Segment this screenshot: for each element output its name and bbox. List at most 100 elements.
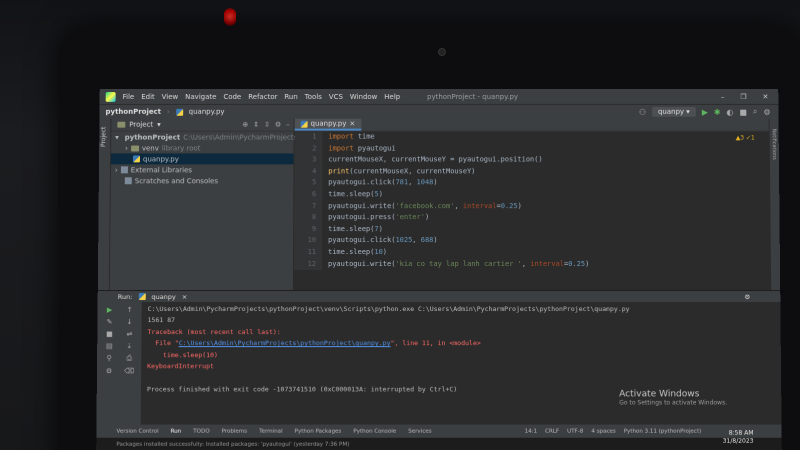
- menu-code[interactable]: Code: [223, 93, 241, 101]
- rerun-icon[interactable]: ▶: [102, 306, 118, 314]
- code-text[interactable]: import time import pyautogui currentMouseX…: [322, 132, 589, 270]
- expand-all-icon[interactable]: ⇳: [264, 121, 270, 129]
- file-encoding[interactable]: UTF-8: [567, 428, 583, 434]
- tool-tab-version-control[interactable]: Version Control: [116, 428, 158, 434]
- code-line[interactable]: time.sleep(5): [328, 189, 589, 201]
- tool-tab-run[interactable]: Run: [171, 428, 182, 434]
- soft-wrap-icon[interactable]: ⇌: [121, 330, 137, 338]
- code-token: ): [424, 213, 430, 222]
- tool-tab-todo[interactable]: TODO: [193, 428, 209, 434]
- menu-tools[interactable]: Tools: [305, 93, 322, 101]
- caret-position[interactable]: 14:1: [525, 428, 537, 434]
- locate-icon[interactable]: ⊕: [242, 121, 248, 129]
- trash-icon[interactable]: ⌫: [121, 367, 137, 375]
- watermark-subtitle: Go to Settings to activate Windows.: [619, 399, 728, 407]
- tool-tab-python-packages[interactable]: Python Packages: [295, 428, 342, 434]
- menu-file[interactable]: File: [123, 93, 135, 101]
- code-line[interactable]: pyautogui.press('enter'): [328, 212, 589, 224]
- editor-tab-quanpy[interactable]: quanpy.py ×: [294, 118, 362, 131]
- menu-run[interactable]: Run: [284, 93, 297, 101]
- down-icon[interactable]: ↓: [121, 318, 137, 326]
- status-message[interactable]: Packages installed successfully: Install…: [116, 441, 349, 447]
- tree-item-quanpy[interactable]: quanpy.py: [111, 153, 294, 165]
- editor-tab-bar: quanpy.py ×: [294, 118, 769, 132]
- up-icon[interactable]: ↑: [122, 306, 138, 314]
- wrench-icon[interactable]: ✎: [101, 318, 117, 326]
- menu-vcs[interactable]: VCS: [329, 93, 343, 101]
- tool-tab-terminal[interactable]: Terminal: [259, 428, 282, 434]
- chevron-right-icon[interactable]: ›: [125, 144, 128, 152]
- scroll-end-icon[interactable]: ⇣: [121, 342, 137, 350]
- gear-icon[interactable]: ⚙: [275, 121, 281, 129]
- tool-tab-python-console[interactable]: Python Console: [353, 428, 396, 434]
- maximize-icon[interactable]: ❐: [740, 93, 746, 101]
- menu-navigate[interactable]: Navigate: [185, 93, 216, 101]
- tree-item-project-root[interactable]: ▾ pythonProject C:\Users\Admin\PycharmPr…: [111, 132, 304, 143]
- code-line[interactable]: import pyautogui: [328, 143, 588, 155]
- run-icon[interactable]: ▶: [702, 107, 708, 116]
- code-token: ): [517, 201, 522, 210]
- tree-item-venv[interactable]: › venv library root: [111, 143, 293, 154]
- window-title: pythonProject - quanpy.py: [427, 92, 519, 101]
- interpreter-selector[interactable]: Python 3.11 (pythonProject): [624, 428, 702, 434]
- pin-icon[interactable]: ⚲: [101, 354, 117, 363]
- user-icon[interactable]: ⚇: [639, 107, 646, 116]
- close-tab-icon[interactable]: ×: [349, 120, 355, 128]
- tree-item-scratches[interactable]: Scratches and Consoles: [111, 175, 294, 186]
- console-file-link[interactable]: C:\Users\Admin\PycharmProjects\pythonPro…: [179, 339, 391, 347]
- code-line[interactable]: print(currentMouseX, currentMouseY): [328, 166, 589, 178]
- menu-refactor[interactable]: Refactor: [248, 93, 277, 101]
- right-tool-strip: Notifications: [768, 118, 781, 291]
- code-line[interactable]: pyautogui.write('facebook.com', interval…: [328, 201, 589, 213]
- code-line[interactable]: import time: [328, 132, 588, 143]
- breadcrumb-project[interactable]: pythonProject: [105, 108, 161, 116]
- code-area[interactable]: 1 2 3 4 5 6 7 8 9 10 11 12 import time import pyauto…: [293, 131, 770, 271]
- run-config-select[interactable]: quanpy ▾: [651, 106, 696, 117]
- code-line[interactable]: time.sleep(7): [328, 224, 589, 236]
- project-panel-title[interactable]: Project: [129, 121, 153, 129]
- breadcrumb-file[interactable]: quanpy.py: [189, 108, 225, 116]
- line-separator[interactable]: CRLF: [545, 428, 559, 434]
- line-number: 5: [312, 178, 317, 187]
- tool-tab-services[interactable]: Services: [408, 428, 431, 434]
- tree-item-external-libraries[interactable]: › External Libraries: [111, 164, 294, 175]
- taskbar-clock[interactable]: 8:58 AM 31/8/2023: [723, 430, 754, 446]
- code-token: ): [378, 224, 383, 233]
- coverage-icon[interactable]: ◐: [726, 107, 733, 116]
- layout-icon[interactable]: ▤: [101, 342, 117, 350]
- menu-edit[interactable]: Edit: [141, 93, 155, 101]
- print-icon[interactable]: ⎙: [121, 354, 137, 363]
- run-body: ▶ ↑ ✎ ↓ ■ ⇌ ▤ ⇣ ⚲ ⎙ ⚙ ⌫ C:\Users\Admin\P…: [96, 302, 781, 426]
- menu-window[interactable]: Window: [350, 93, 377, 101]
- code-line[interactable]: pyautogui.click(1025, 688): [328, 235, 589, 247]
- minimize-icon[interactable]: –: [721, 93, 725, 101]
- notifications-tool-button[interactable]: Notifications: [771, 129, 777, 160]
- menu-view[interactable]: View: [162, 93, 179, 101]
- stop-icon[interactable]: ■: [739, 107, 747, 116]
- indent-setting[interactable]: 4 spaces: [591, 428, 615, 434]
- settings-icon[interactable]: ⚙: [101, 367, 117, 375]
- close-tab-icon[interactable]: ×: [182, 293, 188, 301]
- tool-tab-problems[interactable]: Problems: [222, 428, 248, 434]
- project-tool-button[interactable]: Project: [100, 127, 107, 147]
- chevron-down-icon[interactable]: ▾: [157, 121, 161, 129]
- chevron-right-icon[interactable]: ›: [115, 166, 118, 174]
- console-line: Traceback (most recent call last):: [147, 327, 774, 338]
- settings-icon[interactable]: ⚙: [763, 107, 770, 116]
- code-line[interactable]: currentMouseX, currentMouseY = pyautogui…: [328, 155, 589, 167]
- menu-help[interactable]: Help: [384, 93, 400, 101]
- search-icon[interactable]: ⌕: [753, 107, 758, 117]
- debug-icon[interactable]: ✱: [714, 107, 721, 116]
- inspection-widget[interactable]: ▲3 ✓1: [736, 135, 755, 142]
- run-tab-quanpy[interactable]: quanpy: [151, 293, 175, 301]
- code-line[interactable]: pyautogui.click(781, 1048): [328, 178, 589, 190]
- hide-icon[interactable]: –: [286, 121, 290, 129]
- stop-icon[interactable]: ■: [101, 330, 117, 338]
- close-icon[interactable]: ✕: [762, 93, 768, 101]
- run-settings-icon[interactable]: ⚙: [744, 293, 780, 301]
- chevron-down-icon[interactable]: ▾: [115, 133, 119, 141]
- collapse-all-icon[interactable]: ⇕: [253, 121, 259, 129]
- console-output[interactable]: C:\Users\Admin\PycharmProjects\pythonPro…: [141, 302, 782, 426]
- code-line[interactable]: time.sleep(10): [328, 247, 589, 259]
- code-line[interactable]: pyautogui.write('kia co tay lap lanh car…: [328, 259, 589, 271]
